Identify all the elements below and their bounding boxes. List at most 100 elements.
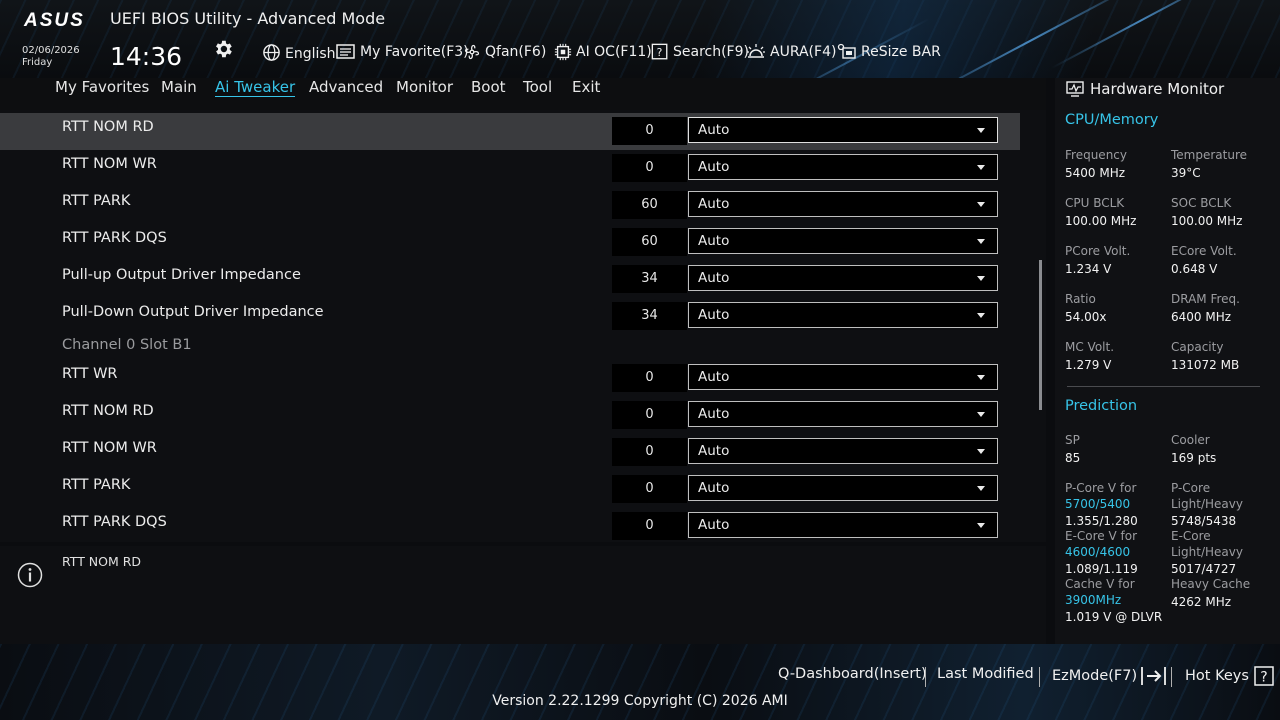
aura-label: AURA(F4) (770, 44, 837, 60)
setting-current-value: 34 (612, 302, 687, 330)
resize-bar-label: ReSize BAR (861, 44, 941, 60)
hw-label: Light/Heavy (1171, 497, 1243, 511)
setting-label: RTT NOM WR (62, 156, 157, 172)
resize-bar-button[interactable]: ReSize BAR (837, 42, 941, 62)
setting-row-rtt-nom-rd[interactable]: RTT NOM RD 0 Auto (0, 113, 1020, 150)
setting-label: RTT PARK DQS (62, 230, 167, 246)
setting-dropdown[interactable]: Auto (688, 265, 998, 291)
clock[interactable]: 14:36 (110, 42, 182, 71)
date-display: 02/06/2026 Friday (22, 45, 80, 69)
q-dashboard-button[interactable]: Q-Dashboard(Insert) (778, 666, 927, 682)
chevron-down-icon (977, 276, 985, 281)
settings-scrollbar[interactable] (1039, 260, 1042, 410)
chevron-down-icon (977, 128, 985, 133)
setting-current-value: 0 (612, 438, 687, 466)
day-text: Friday (22, 57, 53, 68)
setting-row-rtt-park[interactable]: RTT PARK 60 Auto (0, 187, 1020, 224)
hw-value: 4262 MHz (1171, 595, 1232, 609)
setting-current-value: 60 (612, 191, 687, 219)
hardware-monitor-title: Hardware Monitor (1090, 80, 1225, 98)
setting-dropdown[interactable]: Auto (688, 191, 998, 217)
date-text: 02/06/2026 (22, 45, 80, 56)
setting-label: RTT PARK DQS (62, 514, 167, 530)
hw-value: 54.00x (1065, 310, 1107, 324)
setting-row-pull-down-impedance[interactable]: Pull-Down Output Driver Impedance 34 Aut… (0, 298, 1020, 335)
search-label: Search(F9) (673, 44, 749, 60)
setting-dropdown[interactable]: Auto (688, 401, 998, 427)
setting-row-rtt-park-b1[interactable]: RTT PARK 0 Auto (0, 471, 1020, 508)
hw-label: MC Volt. (1065, 340, 1115, 354)
help-icon: ? (1254, 666, 1274, 686)
my-favorite-button[interactable]: My Favorite(F3) (336, 42, 469, 62)
setting-dropdown[interactable]: Auto (688, 475, 998, 501)
last-modified-button[interactable]: Last Modified (937, 666, 1034, 682)
footer-divider (1039, 667, 1040, 687)
header-bar: ASUS UEFI BIOS Utility - Advanced Mode 0… (0, 0, 1280, 78)
setting-row-rtt-nom-wr-b1[interactable]: RTT NOM WR 0 Auto (0, 434, 1020, 471)
prediction-section-title: Prediction (1065, 398, 1138, 414)
main-nav: My Favorites Main Ai Tweaker Advanced Mo… (0, 78, 1046, 110)
chevron-down-icon (977, 375, 985, 380)
setting-dropdown[interactable]: Auto (688, 228, 998, 254)
setting-label: RTT NOM RD (62, 119, 154, 135)
asus-logo: ASUS (24, 10, 85, 31)
tab-boot[interactable]: Boot (471, 78, 506, 96)
svg-text:?: ? (657, 46, 663, 59)
hardware-monitor-panel: Hardware Monitor CPU/Memory Frequency 54… (1055, 78, 1280, 644)
setting-dropdown[interactable]: Auto (688, 364, 998, 390)
globe-icon (263, 43, 280, 61)
dropdown-selected: Auto (698, 233, 730, 249)
version-text: Version 2.22.1299 Copyright (C) 2026 AMI (492, 693, 788, 709)
hw-value: 85 (1065, 451, 1081, 465)
setting-row-rtt-wr[interactable]: RTT WR 0 Auto (0, 360, 1020, 397)
footer-bar: Q-Dashboard(Insert) Last Modified EzMode… (0, 644, 1280, 720)
language-button[interactable]: English (262, 42, 336, 62)
setting-row-rtt-nom-wr[interactable]: RTT NOM WR 0 Auto (0, 150, 1020, 187)
hw-label: ECore Volt. (1171, 244, 1237, 258)
exit-arrow-icon (1141, 667, 1167, 685)
tab-advanced[interactable]: Advanced (309, 78, 383, 96)
aura-icon (747, 44, 765, 58)
setting-row-rtt-park-dqs-b1[interactable]: RTT PARK DQS 0 Auto (0, 508, 1020, 545)
chevron-down-icon (977, 239, 985, 244)
ezmode-label: EzMode(F7) (1052, 668, 1138, 684)
setting-label: Pull-Down Output Driver Impedance (62, 304, 324, 320)
tab-ai-tweaker[interactable]: Ai Tweaker (215, 78, 296, 97)
setting-dropdown[interactable]: Auto (688, 438, 998, 464)
search-button[interactable]: ? Search(F9) (651, 42, 749, 62)
setting-row-rtt-park-dqs[interactable]: RTT PARK DQS 60 Auto (0, 224, 1020, 261)
ai-oc-button[interactable]: AI OC(F11) (554, 42, 652, 62)
setting-row-pull-up-impedance[interactable]: Pull-up Output Driver Impedance 34 Auto (0, 261, 1020, 298)
search-help-icon: ? (651, 43, 668, 60)
hw-label: P-Core (1171, 481, 1211, 495)
qfan-button[interactable]: Qfan(F6) (463, 42, 546, 62)
chevron-down-icon (977, 523, 985, 528)
setting-dropdown[interactable]: Auto (688, 154, 998, 180)
hw-value: 0.648 V (1171, 262, 1218, 276)
tab-main[interactable]: Main (161, 78, 197, 96)
setting-row-rtt-nom-rd-b1[interactable]: RTT NOM RD 0 Auto (0, 397, 1020, 434)
hw-label: DRAM Freq. (1171, 292, 1240, 306)
hw-label: Cooler (1171, 433, 1210, 447)
ai-oc-icon (554, 43, 572, 61)
tab-my-favorites[interactable]: My Favorites (55, 78, 149, 96)
hw-label: CPU BCLK (1065, 196, 1125, 210)
tab-monitor[interactable]: Monitor (396, 78, 453, 96)
dropdown-selected: Auto (698, 270, 730, 286)
setting-current-value: 34 (612, 265, 687, 293)
setting-dropdown[interactable]: Auto (688, 117, 998, 143)
gear-icon[interactable] (212, 38, 234, 60)
my-favorite-label: My Favorite(F3) (360, 44, 469, 60)
hw-value: 5017/4727 (1171, 562, 1237, 576)
tab-tool[interactable]: Tool (523, 78, 552, 96)
tab-exit[interactable]: Exit (572, 78, 600, 96)
setting-dropdown[interactable]: Auto (688, 512, 998, 538)
setting-current-value: 0 (612, 364, 687, 392)
hot-keys-button[interactable]: Hot Keys ? (1185, 666, 1274, 686)
aura-button[interactable]: AURA(F4) (746, 42, 836, 62)
ezmode-button[interactable]: EzMode(F7) (1052, 666, 1168, 686)
dropdown-selected: Auto (698, 196, 730, 212)
hw-highlight: 5700/5400 (1065, 497, 1131, 511)
setting-dropdown[interactable]: Auto (688, 302, 998, 328)
hw-value: 100.00 MHz (1171, 214, 1243, 228)
